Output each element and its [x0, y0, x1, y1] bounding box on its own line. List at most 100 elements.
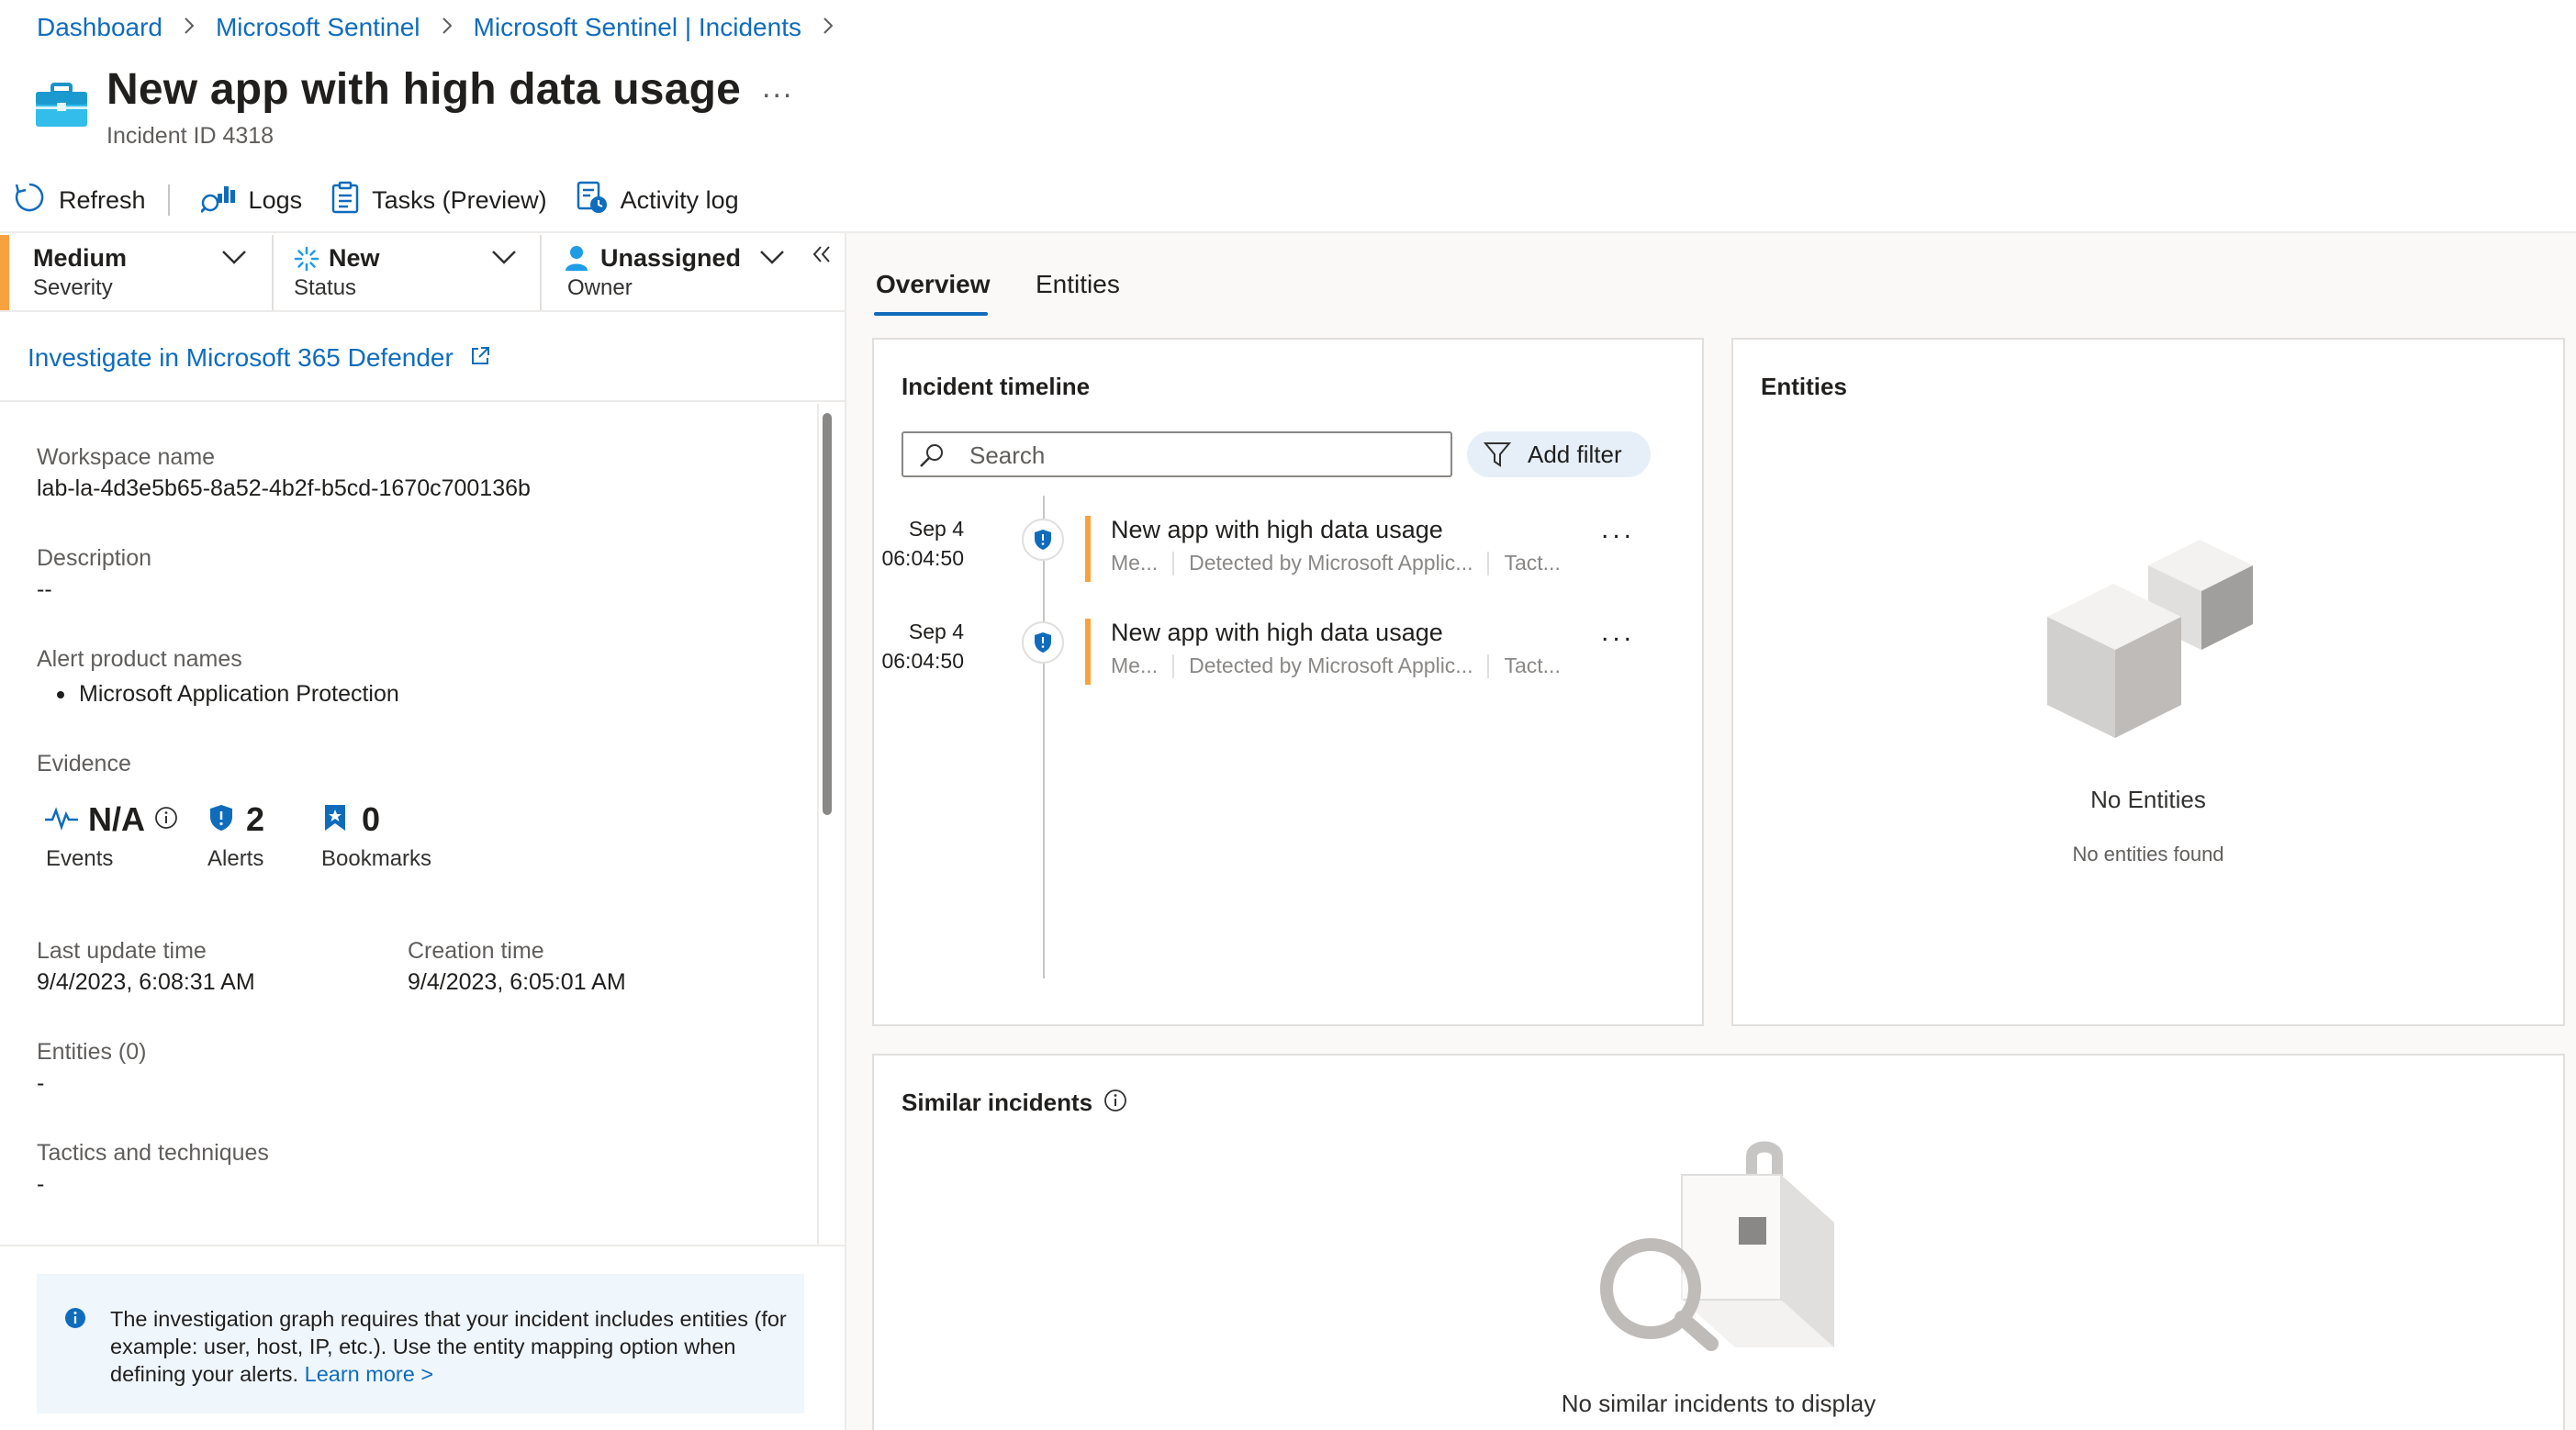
add-filter-button[interactable]: Add filter [1467, 431, 1651, 477]
creation-time-value: 9/4/2023, 6:05:01 AM [408, 969, 626, 995]
info-icon [154, 806, 178, 834]
owner-value: Unassigned [600, 244, 742, 272]
breadcrumb-dashboard[interactable]: Dashboard [37, 13, 162, 42]
timeline-meta-2: Detected by Microsoft Applic... [1189, 551, 1473, 575]
entities-card-title: Entities [1761, 373, 1847, 400]
meta-divider [1487, 654, 1490, 678]
pulse-icon [44, 805, 79, 835]
chevron-down-icon [490, 248, 518, 271]
page-title: New app with high data usage [106, 65, 742, 114]
timeline-item-date: Sep 4 06:04:50 [881, 514, 964, 573]
timeline-item[interactable]: Sep 4 06:04:50 New app with high data us… [881, 514, 1689, 584]
timeline-item-more-button[interactable]: ... [1601, 514, 1635, 545]
entities-count-label: Entities (0) [37, 1039, 147, 1065]
evidence-label: Evidence [37, 751, 131, 776]
incident-id: Incident ID 4318 [106, 123, 274, 149]
last-update-value: 9/4/2023, 6:08:31 AM [37, 969, 255, 995]
bullet-icon [57, 690, 64, 698]
shield-icon [1021, 620, 1065, 669]
logs-icon [199, 181, 236, 220]
severity-indicator [1085, 516, 1091, 582]
scrollbar-thumb[interactable] [823, 413, 832, 815]
timeline-date: Sep 4 [908, 620, 964, 643]
info-message-text: The investigation graph requires that yo… [110, 1305, 790, 1388]
alerts-value: 2 [246, 800, 265, 838]
timeline-time: 06:04:50 [881, 546, 964, 570]
timeline-item-title: New app with high data usage [1111, 516, 1443, 543]
add-filter-label: Add filter [1528, 440, 1622, 468]
no-entities-title: No Entities [2090, 786, 2206, 813]
owner-dropdown[interactable]: Unassigned Owner [542, 235, 808, 310]
bookmarks-label: Bookmarks [321, 846, 432, 871]
toolbar-divider [167, 184, 170, 216]
severity-color-bar [0, 235, 9, 310]
refresh-label: Refresh [59, 185, 146, 214]
tab-overview[interactable]: Overview [876, 270, 991, 299]
open-external-icon [470, 346, 490, 371]
severity-value: Medium [33, 244, 128, 272]
status-label: Status [294, 275, 357, 300]
info-message-bar: The investigation graph requires that yo… [37, 1274, 804, 1413]
evidence-alerts[interactable]: 2 [209, 800, 264, 839]
timeline-item-more-button[interactable]: ... [1601, 617, 1635, 648]
no-similar-incidents: No similar incidents to display [1561, 1390, 1876, 1417]
bookmarks-value: 0 [362, 800, 381, 838]
breadcrumb-incidents[interactable]: Microsoft Sentinel | Incidents [474, 13, 801, 42]
timeline-search-input[interactable]: Search [902, 431, 1452, 477]
owner-label: Owner [567, 275, 633, 300]
activity-log-button[interactable]: Activity log [577, 181, 739, 220]
creation-time-label: Creation time [408, 938, 544, 964]
tasks-button[interactable]: Tasks (Preview) [331, 181, 547, 220]
investigate-link[interactable]: Investigate in Microsoft 365 Defender [28, 343, 490, 373]
timeline-date: Sep 4 [908, 517, 964, 541]
logs-button[interactable]: Logs [199, 181, 302, 220]
activity-log-icon [577, 181, 608, 220]
alert-product-name: Microsoft Application Protection [79, 681, 399, 707]
incident-timeline-title: Incident timeline [902, 373, 1091, 400]
collapse-panel-icon[interactable] [812, 244, 832, 269]
filter-icon [1484, 441, 1511, 467]
more-options-button[interactable]: ... [762, 70, 793, 106]
activity-log-label: Activity log [620, 185, 739, 214]
severity-dropdown[interactable]: Medium Severity [0, 235, 272, 310]
refresh-button[interactable]: Refresh [13, 181, 146, 220]
timeline-item-date: Sep 4 06:04:50 [881, 617, 964, 676]
tactics-label: Tactics and techniques [37, 1140, 269, 1166]
events-value: N/A [88, 800, 145, 838]
chevron-right-icon [441, 14, 454, 42]
last-update-label: Last update time [37, 938, 207, 964]
meta-divider [1487, 551, 1490, 575]
timeline-meta-1: Me... [1111, 654, 1159, 677]
refresh-icon [13, 181, 46, 220]
search-placeholder: Search [969, 441, 1046, 469]
similar-incidents-header: Similar incidents [902, 1089, 1127, 1117]
timeline-meta-1: Me... [1111, 551, 1159, 575]
timeline-meta-3: Tact... [1504, 654, 1561, 677]
timeline-item[interactable]: Sep 4 06:04:50 New app with high data us… [881, 617, 1689, 687]
alert-product-item: Microsoft Application Protection [57, 681, 399, 708]
learn-more-link[interactable]: Learn more > [305, 1362, 433, 1386]
timeline-meta-2: Detected by Microsoft Applic... [1189, 654, 1473, 677]
shield-icon [1021, 518, 1065, 566]
workspace-name-value: lab-la-4d3e5b65-8a52-4b2f-b5cd-1670c7001… [37, 475, 531, 501]
briefcase-icon [35, 83, 88, 133]
tab-entities[interactable]: Entities [1036, 270, 1120, 299]
info-icon[interactable] [1103, 1089, 1127, 1117]
status-dropdown[interactable]: New Status [274, 235, 540, 310]
person-icon [564, 244, 589, 276]
scrollbar-track [817, 404, 819, 1245]
severity-label: Severity [33, 275, 113, 300]
breadcrumb-microsoft-sentinel[interactable]: Microsoft Sentinel [216, 13, 420, 42]
evidence-events[interactable]: N/A [44, 800, 178, 839]
tab-active-indicator [874, 312, 988, 316]
chevron-right-icon [822, 14, 834, 42]
chevron-down-icon [758, 248, 786, 271]
clipboard-icon [331, 181, 359, 220]
meta-divider [1172, 551, 1175, 575]
meta-divider [1172, 654, 1175, 678]
loading-spinner-icon [294, 246, 319, 276]
info-icon [64, 1307, 86, 1334]
evidence-bookmarks[interactable]: 0 [323, 800, 380, 839]
search-icon [918, 442, 946, 475]
description-label: Description [37, 545, 152, 571]
